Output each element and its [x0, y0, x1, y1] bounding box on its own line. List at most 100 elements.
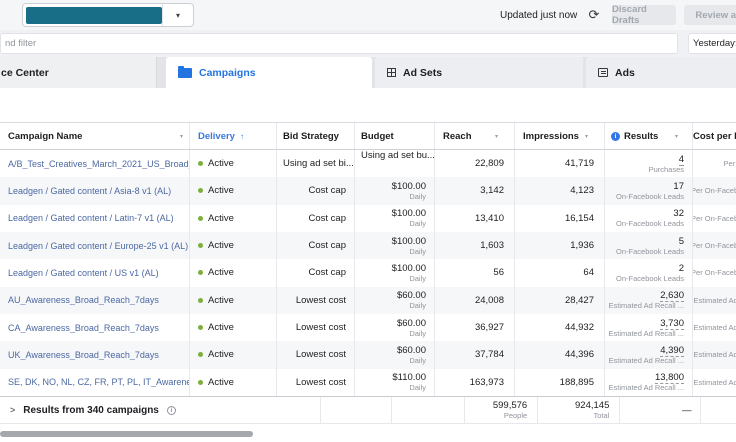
campaign-name-cell: A/B_Test_Creatives_March_2021_US_Broad_.…: [0, 150, 190, 178]
impressions-cell: 4,123: [515, 177, 605, 205]
results-cell: 17 On-Facebook Leads: [605, 177, 693, 205]
delivery-cell: Active: [190, 286, 277, 314]
budget-value: $100.00: [391, 262, 426, 274]
active-status-dot-icon: [198, 325, 203, 331]
campaigns-folder-icon: [178, 65, 192, 78]
table-row[interactable]: SE, DK, NO, NL, CZ, FR, PT, PL, IT_Aware…: [0, 368, 736, 396]
expander-icon[interactable]: >: [10, 405, 15, 415]
campaign-name-link[interactable]: A/B_Test_Creatives_March_2021_US_Broad_.…: [8, 159, 189, 169]
bid-strategy-cell: Lowest cost: [277, 286, 355, 314]
results-type: On-Facebook Leads: [616, 246, 684, 256]
table-row[interactable]: Leadgen / Gated content / US v1 (AL) Act…: [0, 259, 736, 287]
impressions-cell: 44,396: [515, 341, 605, 369]
top-bar: ▾ Updated just now ⟳ Discard Drafts Revi…: [0, 0, 736, 30]
delivery-status: Active: [208, 294, 234, 306]
date-range-picker[interactable]: Yesterday: M: [688, 33, 736, 54]
campaign-name-link[interactable]: CA_Awareness_Broad_Reach_7days: [8, 323, 159, 333]
active-status-dot-icon: [198, 297, 203, 303]
budget-period: Daily: [409, 328, 426, 338]
table-row[interactable]: CA_Awareness_Broad_Reach_7days Active Lo…: [0, 313, 736, 342]
bid-strategy-cell: Cost cap: [277, 231, 355, 260]
column-bid-strategy[interactable]: Bid Strategy: [277, 123, 355, 149]
info-icon: i: [166, 405, 176, 415]
budget-value: $100.00: [391, 208, 426, 220]
tab-campaigns[interactable]: Campaigns: [166, 57, 372, 88]
table-row[interactable]: Leadgen / Gated content / Latin-7 v1 (AL…: [0, 204, 736, 232]
budget-value: $100.00: [391, 235, 426, 247]
table-row[interactable]: A/B_Test_Creatives_March_2021_US_Broad_.…: [0, 150, 736, 178]
reach-cell: 1,603: [435, 231, 515, 260]
campaign-name-link[interactable]: AU_Awareness_Broad_Reach_7days: [8, 295, 159, 305]
sort-caret-icon[interactable]: ▾: [675, 133, 678, 140]
tab-ad-sets[interactable]: Ad Sets: [375, 57, 583, 88]
table-footer: > Results from 340 campaigns i 599,576 Pe…: [0, 396, 736, 424]
reach-cell: 56: [435, 259, 515, 287]
campaign-name-link[interactable]: UK_Awareness_Broad_Reach_7days: [8, 350, 159, 360]
campaign-name-cell: Leadgen / Gated content / Asia-8 v1 (AL): [0, 177, 190, 205]
campaign-name-cell: Leadgen / Gated content / Europe-25 v1 (…: [0, 231, 190, 260]
budget-value: Using ad set bu...: [361, 150, 435, 161]
results-type: On-Facebook Leads: [616, 191, 684, 201]
horizontal-scrollbar[interactable]: [0, 431, 253, 437]
impressions-cell: 1,936: [515, 231, 605, 260]
active-status-dot-icon: [198, 270, 203, 276]
review-publish-button[interactable]: Review and Publish: [684, 5, 736, 25]
column-cost-per-result[interactable]: Cost per Result: [693, 123, 736, 149]
results-cell: 2 On-Facebook Leads: [605, 259, 693, 287]
active-status-dot-icon: [198, 243, 203, 249]
delivery-cell: Active: [190, 150, 277, 178]
campaign-name-link[interactable]: Leadgen / Gated content / Latin-7 v1 (AL…: [8, 213, 174, 223]
cost-per-result-cell: Per On-Facebook Lead: [693, 259, 736, 286]
campaign-name-cell: CA_Awareness_Broad_Reach_7days: [0, 313, 190, 342]
table-row[interactable]: Leadgen / Gated content / Europe-25 v1 (…: [0, 231, 736, 260]
column-reach[interactable]: Reach ▾: [435, 123, 515, 149]
footer-empty: [321, 397, 393, 423]
bid-strategy-cell: Using ad set bi...: [277, 150, 355, 178]
active-status-dot-icon: [198, 379, 203, 385]
delivery-cell: Active: [190, 368, 277, 396]
ads-manager-screen: ▾ Updated just now ⟳ Discard Drafts Revi…: [0, 0, 736, 442]
ads-document-icon: [598, 68, 608, 77]
tab-ads[interactable]: Ads: [586, 57, 736, 88]
column-results[interactable]: i Results ▾: [605, 123, 693, 149]
sort-caret-icon[interactable]: ▾: [585, 133, 588, 140]
delivery-status: Active: [208, 349, 234, 361]
sort-caret-icon[interactable]: ▾: [180, 133, 183, 140]
bid-strategy-cell: Lowest cost: [277, 368, 355, 396]
bid-strategy-cell: Cost cap: [277, 259, 355, 287]
results-cell: 4 Purchases: [605, 150, 693, 178]
results-type: Estimated Ad Recall ...: [608, 355, 684, 365]
chevron-down-icon[interactable]: ▾: [162, 4, 193, 26]
campaign-name-link[interactable]: Leadgen / Gated content / US v1 (AL): [8, 268, 159, 278]
table-row[interactable]: AU_Awareness_Broad_Reach_7days Active Lo…: [0, 286, 736, 314]
campaign-name-link[interactable]: Leadgen / Gated content / Europe-25 v1 (…: [8, 241, 188, 251]
budget-value: $110.00: [392, 372, 426, 384]
footer-impressions-total: 924,145 Total: [538, 397, 621, 423]
budget-value: $60.00: [396, 317, 426, 329]
cost-per-result-cell: Per Estimated Ad Recall ...: [693, 287, 736, 314]
table-row[interactable]: UK_Awareness_Broad_Reach_7days Active Lo…: [0, 341, 736, 369]
column-campaign-name[interactable]: Campaign Name ▾: [0, 123, 190, 149]
account-name-redacted: [26, 6, 162, 24]
budget-cell: $100.00 Daily: [355, 177, 435, 205]
campaign-name-link[interactable]: Leadgen / Gated content / Asia-8 v1 (AL): [8, 186, 171, 196]
footer-empty: [701, 397, 736, 423]
tab-commerce-center[interactable]: ce Center: [0, 57, 157, 88]
table-row[interactable]: Leadgen / Gated content / Asia-8 v1 (AL)…: [0, 177, 736, 205]
results-cell: 13,800 Estimated Ad Recall ...: [605, 368, 693, 396]
account-selector[interactable]: ▾: [22, 3, 194, 27]
refresh-icon[interactable]: ⟳: [584, 5, 604, 25]
discard-drafts-button[interactable]: Discard Drafts: [612, 4, 676, 26]
tab-label: Ads: [615, 66, 635, 79]
search-filter-input[interactable]: nd filter: [0, 33, 678, 54]
sort-caret-icon[interactable]: ▾: [495, 133, 498, 140]
cost-per-result-cell: Per On-Facebook Lead: [693, 232, 736, 259]
campaign-name-cell: UK_Awareness_Broad_Reach_7days: [0, 341, 190, 369]
column-impressions[interactable]: Impressions ▾: [515, 123, 605, 149]
results-summary[interactable]: > Results from 340 campaigns i: [0, 397, 321, 423]
column-budget[interactable]: Budget: [355, 123, 435, 149]
column-delivery[interactable]: Delivery ↑: [190, 123, 277, 149]
budget-cell: $100.00 Daily: [355, 259, 435, 287]
campaign-name-link[interactable]: SE, DK, NO, NL, CZ, FR, PT, PL, IT_Aware…: [8, 377, 189, 387]
budget-period: Daily: [409, 219, 426, 229]
